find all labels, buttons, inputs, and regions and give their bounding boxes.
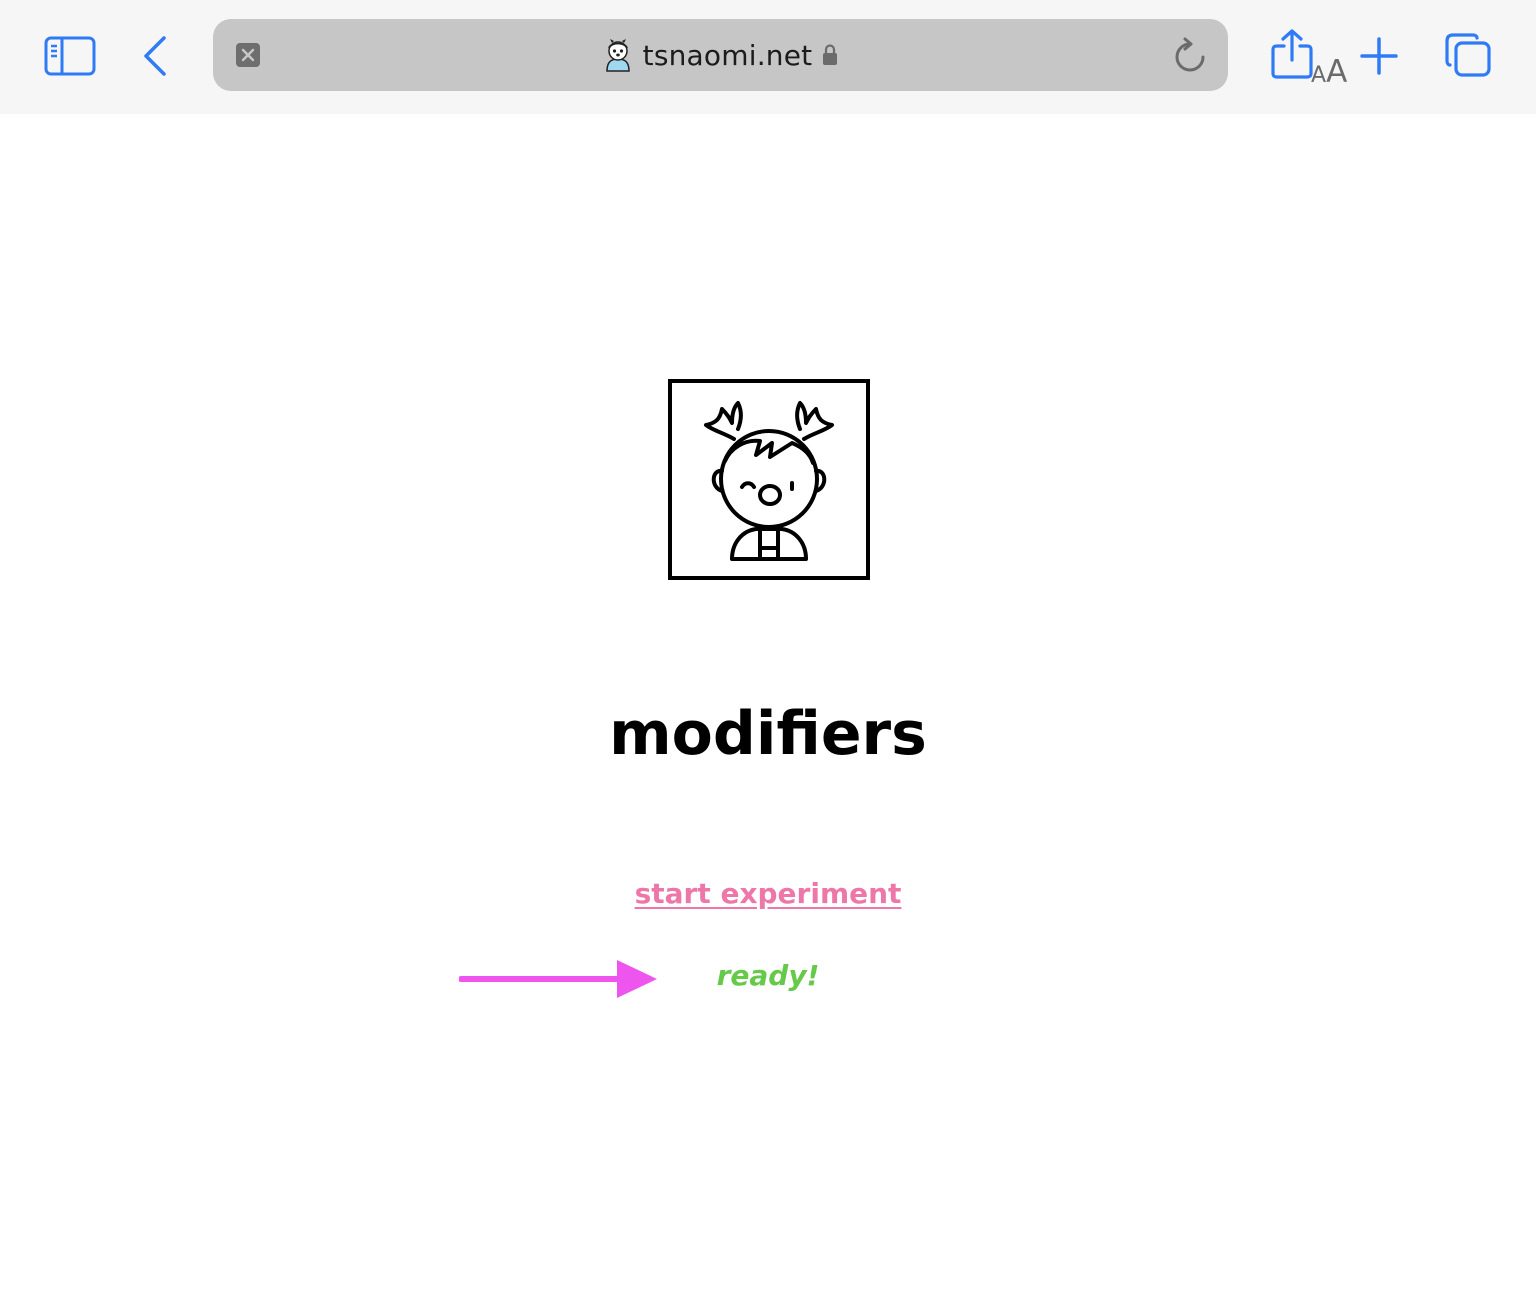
reload-icon[interactable] <box>1173 37 1207 75</box>
url-text: tsnaomi.net <box>642 38 813 72</box>
new-tab-icon[interactable] <box>1360 37 1398 75</box>
site-favicon <box>605 39 630 72</box>
back-icon[interactable] <box>140 35 170 77</box>
start-experiment-link-row: start experiment <box>0 877 1536 910</box>
url-area: tsnaomi.net <box>213 19 1228 91</box>
page-title: modifiers <box>609 699 927 769</box>
girl-avatar-icon <box>704 401 834 561</box>
address-bar[interactable]: tsnaomi.net AA <box>213 19 1347 91</box>
status-ready-text: ready! <box>716 959 820 992</box>
tabs-overview-icon[interactable] <box>1444 32 1492 78</box>
page-content: modifiers start experiment ready! <box>0 114 1536 1295</box>
sidebar-icon[interactable] <box>44 36 96 76</box>
share-icon[interactable] <box>1270 28 1314 80</box>
browser-toolbar: tsnaomi.net AA <box>0 0 1536 114</box>
reader-text-size-button[interactable]: AA <box>1311 57 1347 88</box>
reader-big-a: A <box>1326 54 1348 90</box>
status-row: ready! <box>0 959 1536 992</box>
avatar-frame <box>668 379 870 580</box>
start-experiment-link[interactable]: start experiment <box>635 877 902 910</box>
lock-icon <box>823 44 838 65</box>
